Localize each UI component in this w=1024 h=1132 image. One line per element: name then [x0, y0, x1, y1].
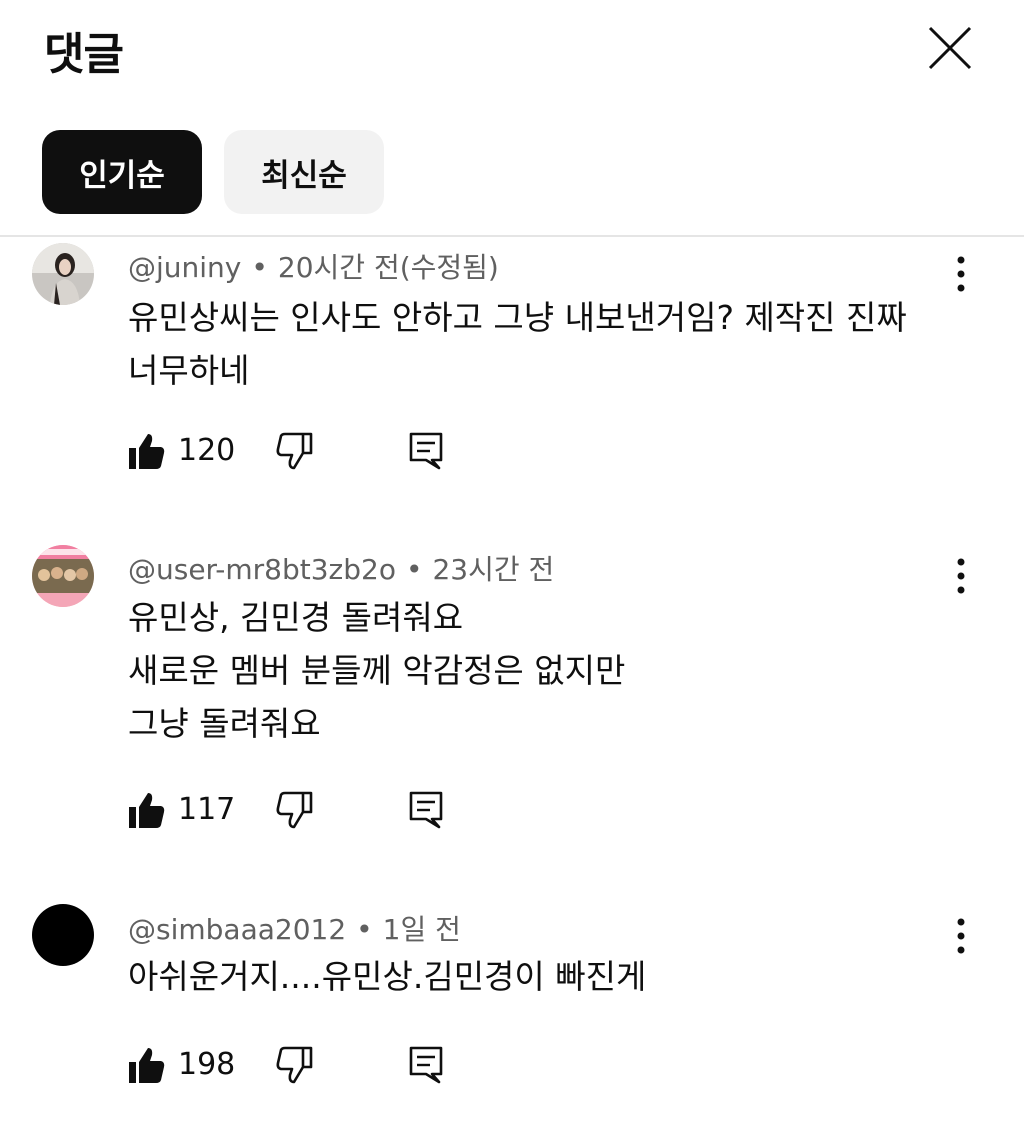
comment-author[interactable]: @simbaaa2012 — [128, 913, 346, 946]
comment-line: 너무하네 — [128, 351, 250, 390]
comment-line: 유민상, 김민경 돌려줘요 — [128, 598, 464, 637]
thumbs-down-icon[interactable] — [274, 790, 314, 834]
comment-time: 23시간 전 — [432, 553, 555, 586]
thumbs-down-icon[interactable] — [274, 1045, 314, 1089]
separator-dot: • — [356, 913, 373, 946]
page-title: 댓글 — [44, 29, 124, 80]
separator-dot: • — [251, 251, 268, 284]
comment-line: 유민상씨는 인사도 안하고 그냥 내보낸거임? 제작진 진짜 — [128, 298, 907, 337]
comment-text: 유민상씨는 인사도 안하고 그냥 내보낸거임? 제작진 진짜 너무하네 — [128, 291, 948, 397]
like-count: 198 — [178, 1047, 236, 1082]
reply-icon[interactable] — [408, 790, 444, 834]
comment-time: 1일 전 — [382, 913, 461, 946]
divider — [0, 235, 1024, 237]
more-vert-icon[interactable] — [944, 916, 978, 956]
comment-line: 그냥 돌려줘요 — [128, 704, 321, 743]
comment-actions: 198 — [128, 1045, 458, 1085]
comments-header: 댓글 — [0, 0, 1024, 110]
close-icon[interactable] — [922, 20, 978, 76]
comment-meta: @simbaaa2012 • 1일 전 — [128, 908, 461, 948]
sort-chip-newest[interactable]: 최신순 — [224, 130, 384, 214]
separator-dot: • — [405, 553, 423, 586]
comment-actions: 117 — [128, 790, 458, 830]
reply-icon[interactable] — [408, 431, 444, 475]
comment-author[interactable]: @user-mr8bt3zb2o — [128, 553, 396, 586]
like-count: 117 — [178, 792, 236, 827]
avatar[interactable] — [32, 904, 94, 966]
more-vert-icon[interactable] — [944, 254, 978, 294]
comment-actions: 120 — [128, 431, 458, 471]
thumbs-up-icon[interactable] — [128, 790, 166, 834]
more-vert-icon[interactable] — [944, 556, 978, 596]
comment-text: 유민상, 김민경 돌려줘요 새로운 멤버 분들께 악감정은 없지만 그냥 돌려줘… — [128, 591, 948, 750]
thumbs-up-icon[interactable] — [128, 431, 166, 475]
avatar[interactable] — [32, 243, 94, 305]
comment-meta: @juniny • 20시간 전(수정됨) — [128, 246, 499, 286]
reply-icon[interactable] — [408, 1045, 444, 1089]
comment-line: 새로운 멤버 분들께 악감정은 없지만 — [128, 651, 626, 690]
avatar[interactable] — [32, 545, 94, 607]
sort-chip-popular[interactable]: 인기순 — [42, 130, 202, 214]
comment-line: 아쉬운거지....유민상.김민경이 빠진게 — [128, 957, 647, 996]
sort-chips: 인기순 최신순 — [42, 130, 384, 214]
comment-author[interactable]: @juniny — [128, 251, 241, 284]
thumbs-down-icon[interactable] — [274, 431, 314, 475]
thumbs-up-icon[interactable] — [128, 1045, 166, 1089]
comment-meta: @user-mr8bt3zb2o • 23시간 전 — [128, 548, 554, 588]
like-count: 120 — [178, 433, 236, 468]
comment-text: 아쉬운거지....유민상.김민경이 빠진게 — [128, 950, 948, 1003]
comment-time: 20시간 전(수정됨) — [277, 251, 499, 284]
